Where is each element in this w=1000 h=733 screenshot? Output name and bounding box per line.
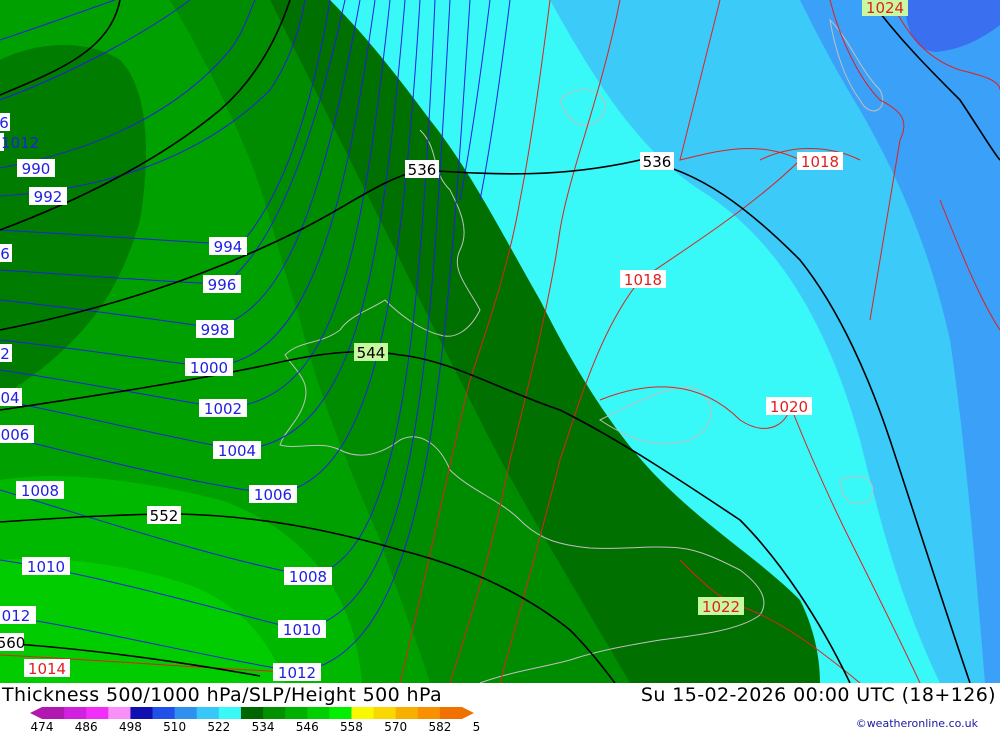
slp-label-red: 1018 — [801, 153, 839, 171]
slp-label: 1010 — [27, 558, 65, 576]
legend-swatch — [196, 707, 220, 719]
slp-label: 1000 — [190, 359, 228, 377]
slp-label: 992 — [34, 188, 63, 206]
legend-tick-label: 594 — [473, 720, 480, 732]
legend-swatches — [30, 707, 474, 719]
legend-swatch — [351, 707, 375, 719]
slp-label: 6 — [0, 114, 9, 132]
legend-tick-label: 534 — [252, 720, 275, 732]
slp-label-red: 1014 — [28, 660, 66, 678]
slp-label-red: 1020 — [770, 398, 808, 416]
legend-swatch — [108, 707, 131, 719]
legend-swatch — [395, 707, 419, 719]
legend-swatch — [240, 707, 264, 719]
weather-map: 536 536 544 552 560 990 992 994 996 998 … — [0, 0, 1000, 683]
height-label: 552 — [150, 507, 179, 525]
legend-swatch — [152, 707, 176, 719]
legend-swatch — [417, 707, 441, 719]
legend-swatch — [64, 707, 87, 719]
legend-tick-label: 510 — [163, 720, 186, 732]
legend-swatch — [174, 707, 198, 719]
legend-swatch — [42, 707, 65, 719]
footer-bar: Thickness 500/1000 hPa/SLP/Height 500 hP… — [0, 683, 1000, 733]
legend-tick-label: 522 — [207, 720, 230, 732]
height-label: 536 — [643, 153, 672, 171]
slp-label: 006 — [1, 426, 30, 444]
legend-tick-label: 546 — [296, 720, 319, 732]
legend-swatch — [373, 707, 397, 719]
slp-label: 996 — [208, 276, 237, 294]
legend-swatch — [130, 707, 154, 719]
slp-label-red: 1018 — [624, 271, 662, 289]
legend-tick-label: 486 — [75, 720, 98, 732]
legend-swatch — [307, 707, 330, 719]
slp-label: 2 — [0, 345, 10, 363]
legend-swatch — [263, 707, 286, 719]
legend-swatch — [86, 707, 109, 719]
legend-ticks: 474486498510522534546558570582594606 — [31, 720, 480, 732]
legend-swatch — [329, 707, 352, 719]
legend-tick-label: 474 — [31, 720, 54, 732]
legend-swatch — [218, 707, 242, 719]
forecast-datetime: Su 15-02-2026 00:00 UTC (18+126) — [640, 684, 996, 706]
slp-label: 994 — [214, 238, 243, 256]
slp-label: 1008 — [21, 482, 59, 500]
legend-tick-label: 558 — [340, 720, 363, 732]
slp-label-red: 1024 — [866, 0, 904, 17]
legend-tick-label: 498 — [119, 720, 142, 732]
credit-text: ©weatheronline.co.uk — [855, 717, 978, 730]
slp-label: 1006 — [254, 486, 292, 504]
map-title: Thickness 500/1000 hPa/SLP/Height 500 hP… — [2, 684, 443, 706]
slp-label: 1012 — [278, 664, 316, 682]
slp-label: 998 — [201, 321, 230, 339]
legend-swatch — [439, 707, 463, 719]
slp-label: 1010 — [283, 621, 321, 639]
slp-label: 04 — [0, 389, 19, 407]
slp-label: 1004 — [218, 442, 256, 460]
height-label: 536 — [408, 161, 437, 179]
height-label: 560 — [0, 634, 25, 652]
legend-tick-label: 582 — [428, 720, 451, 732]
legend-arrow-left — [30, 707, 42, 719]
map-canvas: 536 536 544 552 560 990 992 994 996 998 … — [0, 0, 1000, 683]
slp-label-red: 1022 — [702, 598, 740, 616]
height-label: 544 — [357, 344, 386, 362]
slp-label: 012 — [2, 607, 31, 625]
legend-swatch — [285, 707, 308, 719]
slp-label: 1012 — [1, 134, 39, 152]
slp-label: 6 — [0, 245, 10, 263]
slp-label: 1002 — [204, 400, 242, 418]
slp-label: 990 — [22, 160, 51, 178]
legend-tick-label: 570 — [384, 720, 407, 732]
slp-label: 1008 — [289, 568, 327, 586]
legend-arrow-right — [462, 707, 474, 719]
color-legend: 474486498510522534546558570582594606 — [30, 707, 480, 732]
